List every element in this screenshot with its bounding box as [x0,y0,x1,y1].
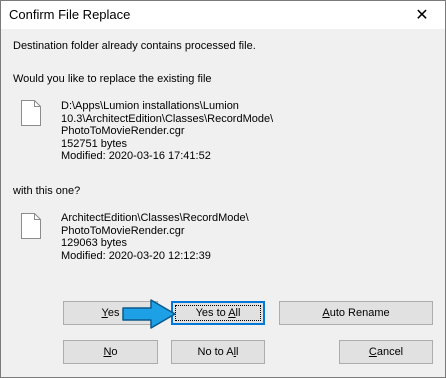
no-button-label: No [103,346,118,358]
auto-rename-button[interactable]: Auto Rename [279,301,433,325]
close-button[interactable]: ✕ [399,1,445,29]
yes-button-label: Yes [101,307,120,319]
message-replace-question: Would you like to replace the existing f… [13,73,212,85]
message-folder-contains: Destination folder already contains proc… [13,40,256,52]
title-bar[interactable]: Confirm File Replace ✕ [1,1,445,29]
cancel-button-label: Cancel [368,346,404,358]
no-to-all-button-label: No to All [197,346,239,358]
existing-file-size: 152751 bytes [61,137,128,150]
dialog-title: Confirm File Replace [9,7,131,22]
cancel-button[interactable]: Cancel [339,340,433,364]
new-file-details: ArchitectEdition\Classes\RecordMode\ Pho… [61,212,249,262]
new-file-name: PhotoToMovieRender.cgr [61,224,185,237]
no-button[interactable]: No [63,340,158,364]
no-to-all-button[interactable]: No to All [171,340,265,364]
message-with-this-one: with this one? [13,185,81,197]
existing-file-details: D:\Apps\Lumion installations\Lumion 10.3… [61,100,273,163]
existing-file-name: PhotoToMovieRender.cgr [61,125,185,137]
focus-rectangle [175,305,261,321]
new-file-path-line-1: ArchitectEdition\Classes\RecordMode\ [61,212,249,224]
close-icon: ✕ [415,7,429,24]
existing-file-path-line-1: D:\Apps\Lumion installations\Lumion [61,100,239,112]
existing-file-modified: Modified: 2020-03-16 17:41:52 [61,150,211,162]
existing-file-path-line-2: 10.3\ArchitectEdition\Classes\RecordMode… [61,112,274,125]
arrow-pointer-icon [122,299,176,329]
file-icon [21,100,41,126]
confirm-file-replace-dialog: Confirm File Replace ✕ Destination folde… [0,0,446,378]
new-file-modified: Modified: 2020-03-20 12:12:39 [61,249,211,262]
yes-to-all-button[interactable]: Yes to All [171,301,265,325]
new-file-size: 129063 bytes [61,237,128,249]
auto-rename-button-label: Auto Rename [322,307,390,319]
file-icon [21,213,41,239]
